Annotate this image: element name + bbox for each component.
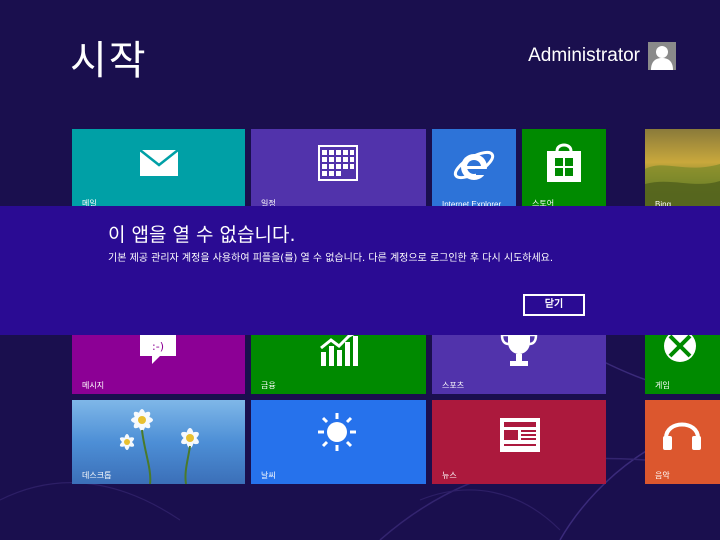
- tile-music[interactable]: 음악: [645, 400, 720, 484]
- tile-calendar[interactable]: 일정: [251, 129, 426, 212]
- messaging-icon: :-): [140, 334, 176, 364]
- news-icon: [500, 418, 540, 452]
- tile-internet-explorer[interactable]: Internet Explorer: [432, 129, 516, 212]
- tile-news[interactable]: 뉴스: [432, 400, 606, 484]
- weather-sun-icon: [318, 413, 356, 451]
- tile-desktop[interactable]: 데스크톱: [72, 400, 245, 484]
- tile-label: 스포츠: [442, 381, 465, 390]
- tile-label: 데스크톱: [82, 471, 112, 480]
- internet-explorer-icon: [453, 150, 495, 180]
- user-account[interactable]: Administrator: [528, 42, 676, 70]
- mail-icon: [139, 149, 179, 176]
- tile-label: 음악: [655, 471, 670, 480]
- user-avatar-icon: [648, 42, 676, 70]
- close-button[interactable]: 닫기: [523, 294, 585, 316]
- dialog-title: 이 앱을 열 수 없습니다.: [108, 224, 296, 246]
- dialog-message: 기본 제공 관리자 계정을 사용하여 피플을(를) 열 수 없습니다. 다른 계…: [108, 253, 554, 264]
- tile-label: 뉴스: [442, 471, 457, 480]
- tile-label: 날씨: [261, 471, 276, 480]
- tile-label: 메시지: [82, 381, 105, 390]
- svg-text::-): :-): [152, 340, 164, 353]
- start-screen-title: 시작: [70, 38, 148, 84]
- tile-label: 게임: [655, 381, 670, 390]
- store-icon: [547, 143, 581, 182]
- finance-chart-icon: [320, 330, 358, 366]
- tile-store[interactable]: 스토어: [522, 129, 606, 212]
- tile-label: 금융: [261, 381, 276, 390]
- calendar-icon: [318, 145, 358, 181]
- sports-trophy-icon: [500, 332, 538, 366]
- tile-bing[interactable]: Bing: [645, 129, 720, 212]
- error-dialog: 이 앱을 열 수 없습니다. 기본 제공 관리자 계정을 사용하여 피플을(를)…: [0, 206, 720, 335]
- tile-mail[interactable]: 메일: [72, 129, 245, 212]
- headphones-icon: [663, 422, 701, 450]
- user-name: Administrator: [528, 45, 640, 66]
- tile-weather[interactable]: 날씨: [251, 400, 426, 484]
